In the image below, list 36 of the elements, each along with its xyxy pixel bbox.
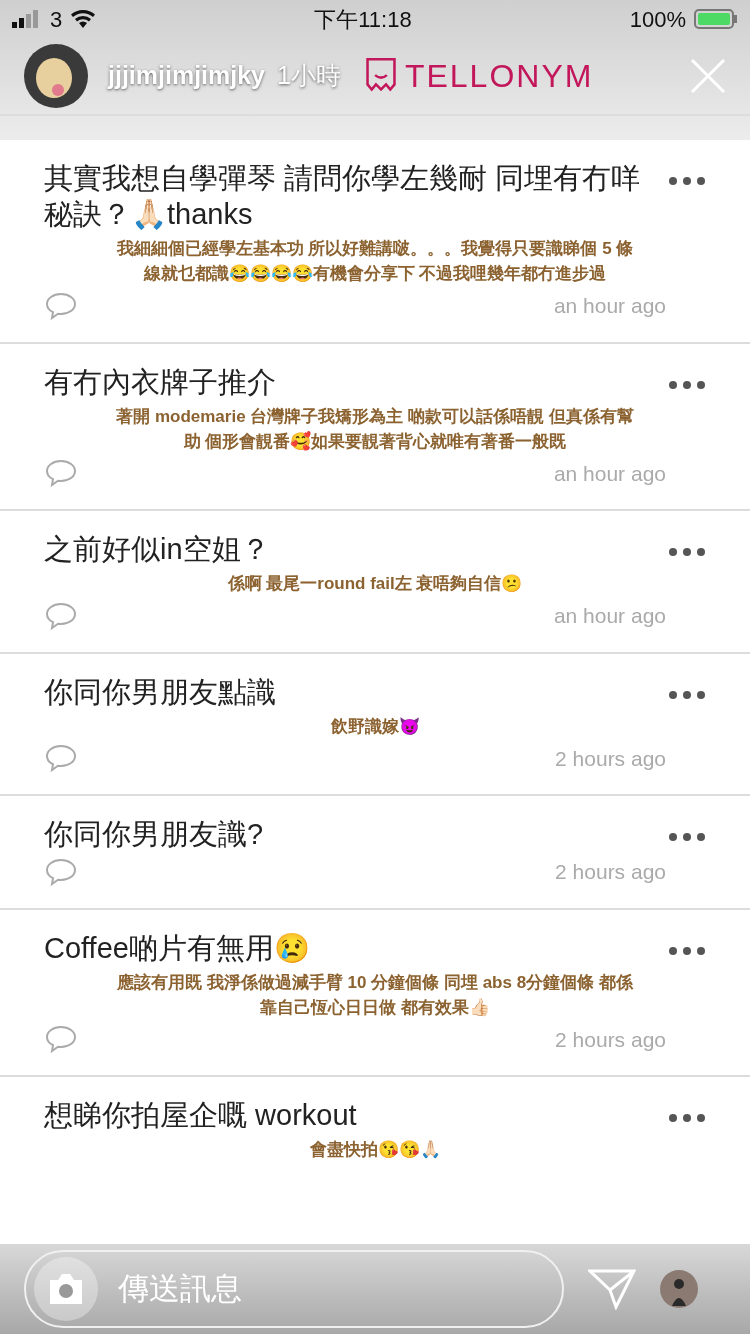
answer-caption: 係啊 最尾一round fail左 衰唔夠自信😕	[227, 573, 523, 595]
app-logo-text: TELLONYM	[404, 57, 594, 96]
carrier-label: 3	[50, 5, 63, 34]
more-icon[interactable]	[668, 176, 706, 186]
timestamp: 2 hours ago	[555, 745, 666, 772]
answer-caption: 我細細個已經學左基本功 所以好難講啵。。。我覺得只要識睇個 5 條線就乜都識😂😂😂😂有機會分享下 不過我哩幾年都冇進步過	[115, 238, 635, 285]
wifi-icon	[70, 9, 97, 29]
question-text: 你同你男朋友點識	[44, 674, 276, 710]
answer-caption: 應該有用既 我淨係做過減手臂 10 分鐘個條 同埋 abs 8分鐘個條 都係靠自己恆心日日做 都有效果👍🏻	[116, 971, 635, 1019]
question-text: 之前好似in空姐？	[44, 532, 270, 567]
clock-text: 下午11:18	[314, 5, 412, 34]
answer-caption: 會盡快拍😘😘🙏🏻	[309, 1139, 441, 1161]
more-icon[interactable]	[668, 547, 706, 557]
question-text: 有冇內衣牌子推介	[44, 364, 276, 400]
answer-caption: 著開 modemarie 台灣牌子我矯形為主 啲款可以話係唔靚 但真係有幫助 個形會靚番🥰如果要靚著背心就唯有著番一般既	[115, 405, 635, 453]
timestamp: 2 hours ago	[555, 859, 666, 885]
question-text: Coffee啲片有無用😢	[44, 930, 310, 966]
question-text: 想睇你拍屋企嘅 workout	[44, 1098, 357, 1133]
more-icon[interactable]	[668, 1113, 706, 1123]
reply-field[interactable]: 傳送訊息	[24, 1250, 564, 1328]
more-icon[interactable]	[668, 832, 706, 842]
avatar[interactable]	[24, 44, 88, 108]
more-icon[interactable]	[668, 945, 706, 956]
more-icon[interactable]	[668, 379, 706, 390]
username[interactable]: jjjimjimjimjky	[108, 57, 265, 95]
timestamp: 2 hours ago	[555, 1026, 666, 1053]
timestamp: an hour ago	[553, 603, 666, 629]
question-text: 你同你男朋友識?	[44, 817, 264, 852]
battery-icon	[694, 9, 738, 29]
question-text: 其實我想自學彈琴 請問你學左幾耐 同埋有冇咩秘訣？🙏🏻thanks	[44, 161, 642, 232]
profile-avatar[interactable]	[660, 1270, 698, 1308]
timestamp: an hour ago	[553, 293, 666, 319]
battery-percent: 100%	[629, 5, 686, 34]
answer-caption: 飲野識嫁😈	[330, 715, 420, 738]
timestamp: an hour ago	[553, 460, 666, 487]
more-icon[interactable]	[668, 689, 706, 700]
